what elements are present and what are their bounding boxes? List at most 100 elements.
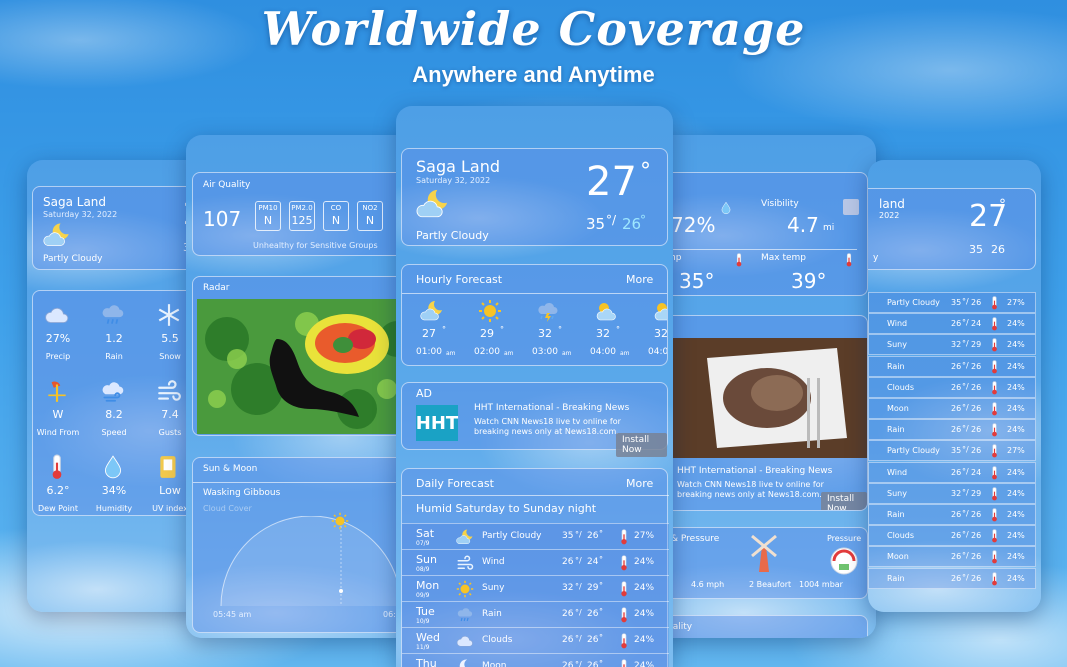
daily-condition-right: Partly Cloudy <box>887 446 940 456</box>
location-name: Saga Land <box>43 195 107 209</box>
hourly-time: 03:00 <box>532 347 558 357</box>
daily-slash-right: °/ <box>962 360 969 370</box>
daily-row-right[interactable]: Wind 26 °/24 24% <box>868 461 1036 483</box>
daily-precip-right: 24% <box>1007 531 1025 541</box>
daily-row[interactable]: Sat 07/9 Partly Cloudy 35 °/ 26 ° 27% <box>402 523 669 549</box>
daily-precip-right: 27% <box>1007 446 1025 456</box>
install-now-button[interactable]: Install Now <box>616 433 667 457</box>
daily-row[interactable]: Thu12/9Moon26°/26°24% <box>402 653 669 667</box>
daily-precip-right: 24% <box>1007 319 1025 329</box>
radar-card[interactable]: Radar <box>192 276 411 436</box>
pollutant-cell: PM2.0 125 <box>289 201 315 231</box>
temp-degree-right: ° <box>999 197 1006 213</box>
pollutant-name: PM10 <box>258 204 278 212</box>
humidity-value: 72% <box>671 213 716 237</box>
daily-condition-right: Wind <box>887 467 908 477</box>
daily-precip-right: 24% <box>1007 404 1025 413</box>
thermometer-icon <box>991 550 998 564</box>
pollutant-value: N <box>331 214 341 227</box>
daily-condition-right: Rain <box>887 510 905 519</box>
hourly-more-link[interactable]: More <box>626 273 653 286</box>
daily-low: 26 <box>587 609 599 619</box>
daily-precip: 24% <box>634 609 655 619</box>
daily-low-degree: ° <box>599 607 603 616</box>
wind-icon <box>456 554 474 572</box>
daily-row-right[interactable]: Rain 26 °/26 24% <box>868 355 1036 377</box>
daily-condition: Moon <box>482 661 507 667</box>
daily-high: 35 <box>562 531 574 541</box>
daily-row[interactable]: Tue 10/9 Rain 26 °/26 ° 24% <box>402 601 669 627</box>
daily-high-right: 26 <box>951 467 962 477</box>
daily-row-right[interactable]: Suny 32 °/29 24% <box>868 482 1036 504</box>
sun-icon <box>456 580 474 598</box>
detail-value: 1.2 <box>105 332 123 345</box>
daily-row-right[interactable]: Moon 26 °/26 24% <box>868 398 1036 419</box>
daily-row[interactable]: Wed 11/9 Clouds 26 °/26 ° 24% <box>402 627 669 653</box>
daily-low-degree: ° <box>599 633 603 642</box>
daily-row-right[interactable]: Clouds 26 °/26 24% <box>868 525 1036 547</box>
daily-condition-right: Clouds <box>887 531 915 541</box>
daily-slash: °/ <box>575 530 582 539</box>
daily-condition-right: Rain <box>887 573 905 583</box>
daily-row-right[interactable]: Partly Cloudy 35 °/26 27% <box>868 440 1036 462</box>
daily-low-right: 26 <box>971 361 982 371</box>
max-temp-label: Max temp <box>761 253 807 263</box>
daily-day: Mon <box>416 579 440 592</box>
daily-low-right: 29 <box>971 340 982 350</box>
daily-condition: Suny <box>482 583 505 593</box>
daily-high: 26 <box>562 661 574 667</box>
location-name-right: land <box>879 197 905 211</box>
daily-slash: °/ <box>575 608 582 617</box>
detail-value: 7.4 <box>161 408 179 421</box>
daily-more-link[interactable]: More <box>626 477 653 490</box>
daily-row-right[interactable]: Rain 26 °/26 24% <box>868 504 1036 525</box>
daily-row-right[interactable]: Partly Cloudy 35 °/26 27% <box>868 292 1036 313</box>
daily-high-right: 32 <box>951 340 962 350</box>
daily-row-right[interactable]: Rain 26 °/26 24% <box>868 567 1036 589</box>
daily-row-right[interactable]: Suny 32 °/29 24% <box>868 334 1036 356</box>
thermometer-icon <box>991 296 998 310</box>
daily-row[interactable]: Sun 08/9 Wind 26 °/ 24 ° 24% <box>402 549 669 575</box>
detail-label: Rain <box>105 352 123 361</box>
max-temp-value: 39° <box>791 269 827 293</box>
air-quality-title: Air Quality <box>203 180 251 190</box>
thermometer-icon <box>991 360 998 374</box>
daily-row-right[interactable]: Clouds 26 °/26 24% <box>868 376 1036 398</box>
daily-high: 26 <box>562 609 574 619</box>
sunrise-time: 05:45 am <box>213 610 252 619</box>
daily-high-right: 32 <box>951 488 962 498</box>
daily-high: 32 <box>562 583 574 593</box>
thermometer-icon <box>735 253 743 267</box>
condition-text-center: Partly Cloudy <box>416 229 489 242</box>
daily-row-right[interactable]: Wind 26 °/24 24% <box>868 313 1036 335</box>
hourly-time: 02:00 <box>474 347 500 357</box>
detail-value: W <box>52 408 64 421</box>
daily-row-right[interactable]: Moon 26 °/26 24% <box>868 546 1036 568</box>
thermometer-icon <box>620 555 628 571</box>
daily-date: 08/9 <box>416 566 430 573</box>
temp-degree-center: ° <box>640 159 651 184</box>
phone-screen-center: Saga Land Saturday 32, 2022 Partly Cloud… <box>396 106 673 667</box>
hourly-am: am <box>446 350 456 357</box>
daily-low-right: 26 <box>971 382 982 392</box>
daily-slash-right: °/ <box>962 445 969 455</box>
wind-pressure-card: & Pressure 4.6 mph 2 Beaufort Pressure 1… <box>656 527 868 599</box>
daily-precip-right: 24% <box>1007 510 1025 519</box>
hero-subtitle: Anywhere and Anytime <box>412 62 655 87</box>
install-now-button-right[interactable]: Install Now <box>821 492 867 510</box>
pollutant-cell: CO N <box>323 201 349 231</box>
hero-title: Worldwide Coverage <box>261 2 806 56</box>
daily-row-right[interactable]: Rain 26 °/26 24% <box>868 419 1036 441</box>
hourly-time: 04:00 <box>648 347 668 357</box>
hht-logo: HHT <box>416 405 458 441</box>
daily-row[interactable]: Mon 09/9 Suny 32 °/ 29 ° 24% <box>402 575 669 601</box>
location-date: Saturday 32, 2022 <box>43 210 118 219</box>
daily-low-right: 26 <box>971 531 982 541</box>
pollutant-value: N <box>263 214 273 227</box>
rain-icon <box>456 606 474 624</box>
beaufort-scale: 2 Beaufort <box>749 580 792 589</box>
ad-card-right[interactable]: HHT International - Breaking News Watch … <box>656 315 868 511</box>
ad-card-center[interactable]: AD HHT HHT International - Breaking News… <box>401 382 668 457</box>
ad-body-center-2: breaking news only at News18.com. <box>474 427 619 436</box>
radar-map[interactable] <box>197 299 411 434</box>
